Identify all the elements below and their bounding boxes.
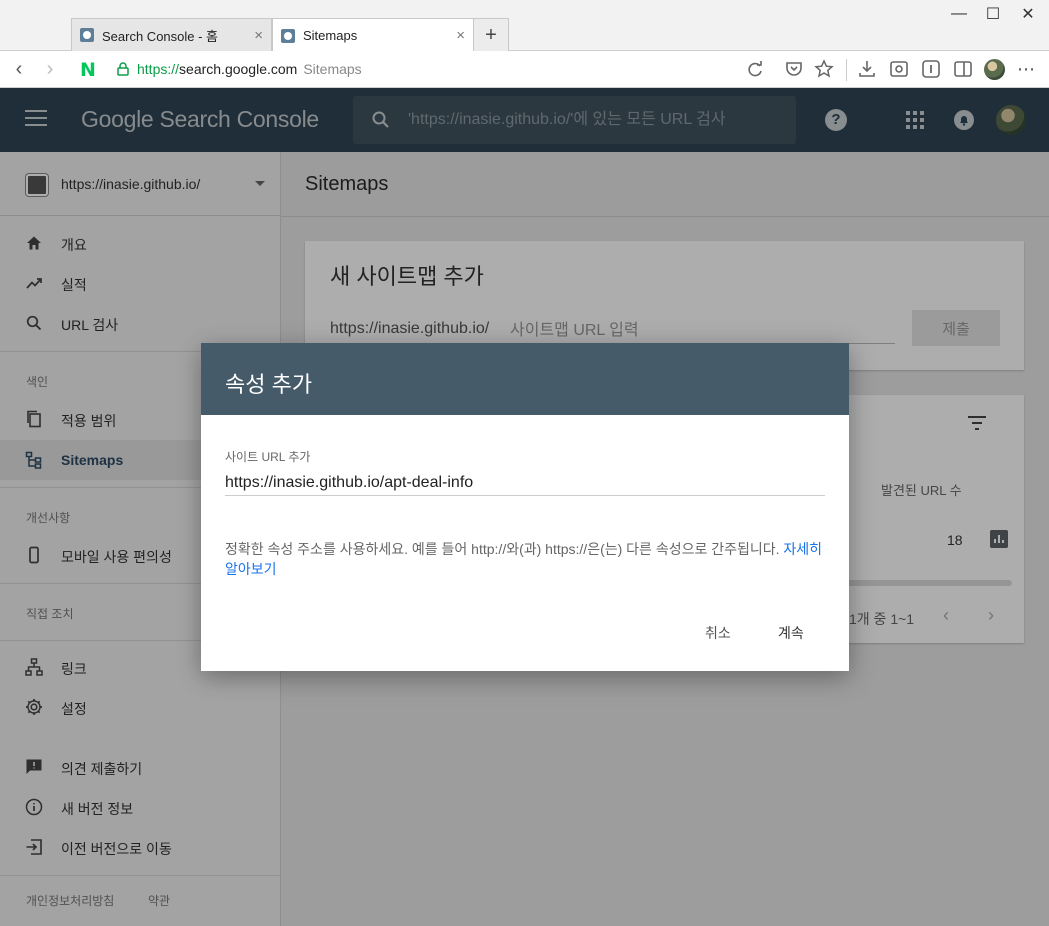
address-bar: ‹ › N https://search.google.com Sitemaps … (0, 51, 1049, 88)
sidebar-toggle-icon[interactable] (952, 58, 974, 80)
site-url-label: 사이트 URL 추가 (225, 450, 311, 464)
browser-tab-bar: Search Console - 홈 × Sitemaps × + — ☐ ✕ (0, 0, 1049, 52)
continue-button[interactable]: 계속 (778, 623, 804, 643)
lock-icon (117, 62, 129, 76)
browser-tab-search-console-home[interactable]: Search Console - 홈 × (71, 18, 272, 51)
toolbar-divider (846, 59, 847, 81)
search-console-favicon-icon (281, 28, 295, 43)
search-console-favicon-icon (80, 28, 94, 42)
url-scheme: https:// (137, 61, 180, 77)
download-icon[interactable] (856, 58, 878, 80)
reload-icon[interactable] (744, 58, 766, 80)
cancel-button[interactable]: 취소 (705, 623, 731, 643)
new-tab-button[interactable]: + (473, 18, 509, 51)
forward-icon[interactable]: › (38, 57, 62, 81)
bookmark-star-icon[interactable] (813, 58, 835, 80)
help-text-body: 정확한 속성 주소를 사용하세요. 예를 들어 http://와(과) http… (225, 541, 780, 557)
dialog-help-text: 정확한 속성 주소를 사용하세요. 예를 들어 http://와(과) http… (225, 539, 825, 579)
back-icon[interactable]: ‹ (7, 57, 31, 81)
add-property-dialog: 속성 추가 사이트 URL 추가 정확한 속성 주소를 사용하세요. 예를 들어… (201, 343, 849, 671)
screenshot-icon[interactable] (888, 58, 910, 80)
browser-profile-avatar[interactable] (984, 59, 1005, 80)
tab-close-icon[interactable]: × (254, 27, 263, 44)
pocket-icon[interactable] (783, 58, 805, 80)
window-close-icon[interactable]: ✕ (1016, 4, 1040, 24)
tab-close-icon[interactable]: × (456, 27, 465, 44)
window-maximize-icon[interactable]: ☐ (981, 4, 1005, 24)
url-host: search.google.com (179, 61, 298, 77)
tab-title: Sitemaps (303, 28, 358, 43)
url-page-title: Sitemaps (303, 61, 362, 77)
url-field[interactable]: https://search.google.com Sitemaps (137, 61, 362, 77)
tab-title: Search Console - 홈 (102, 28, 219, 44)
browser-menu-icon[interactable]: ⋯ (1015, 58, 1037, 80)
naver-home-icon[interactable]: N (78, 60, 98, 80)
dialog-title: 속성 추가 (225, 372, 313, 397)
window-minimize-icon[interactable]: — (947, 4, 971, 24)
browser-tab-sitemaps[interactable]: Sitemaps × (272, 18, 474, 52)
dialog-header: 속성 추가 (201, 343, 849, 415)
reader-icon[interactable] (920, 58, 942, 80)
site-url-input[interactable] (225, 470, 825, 496)
